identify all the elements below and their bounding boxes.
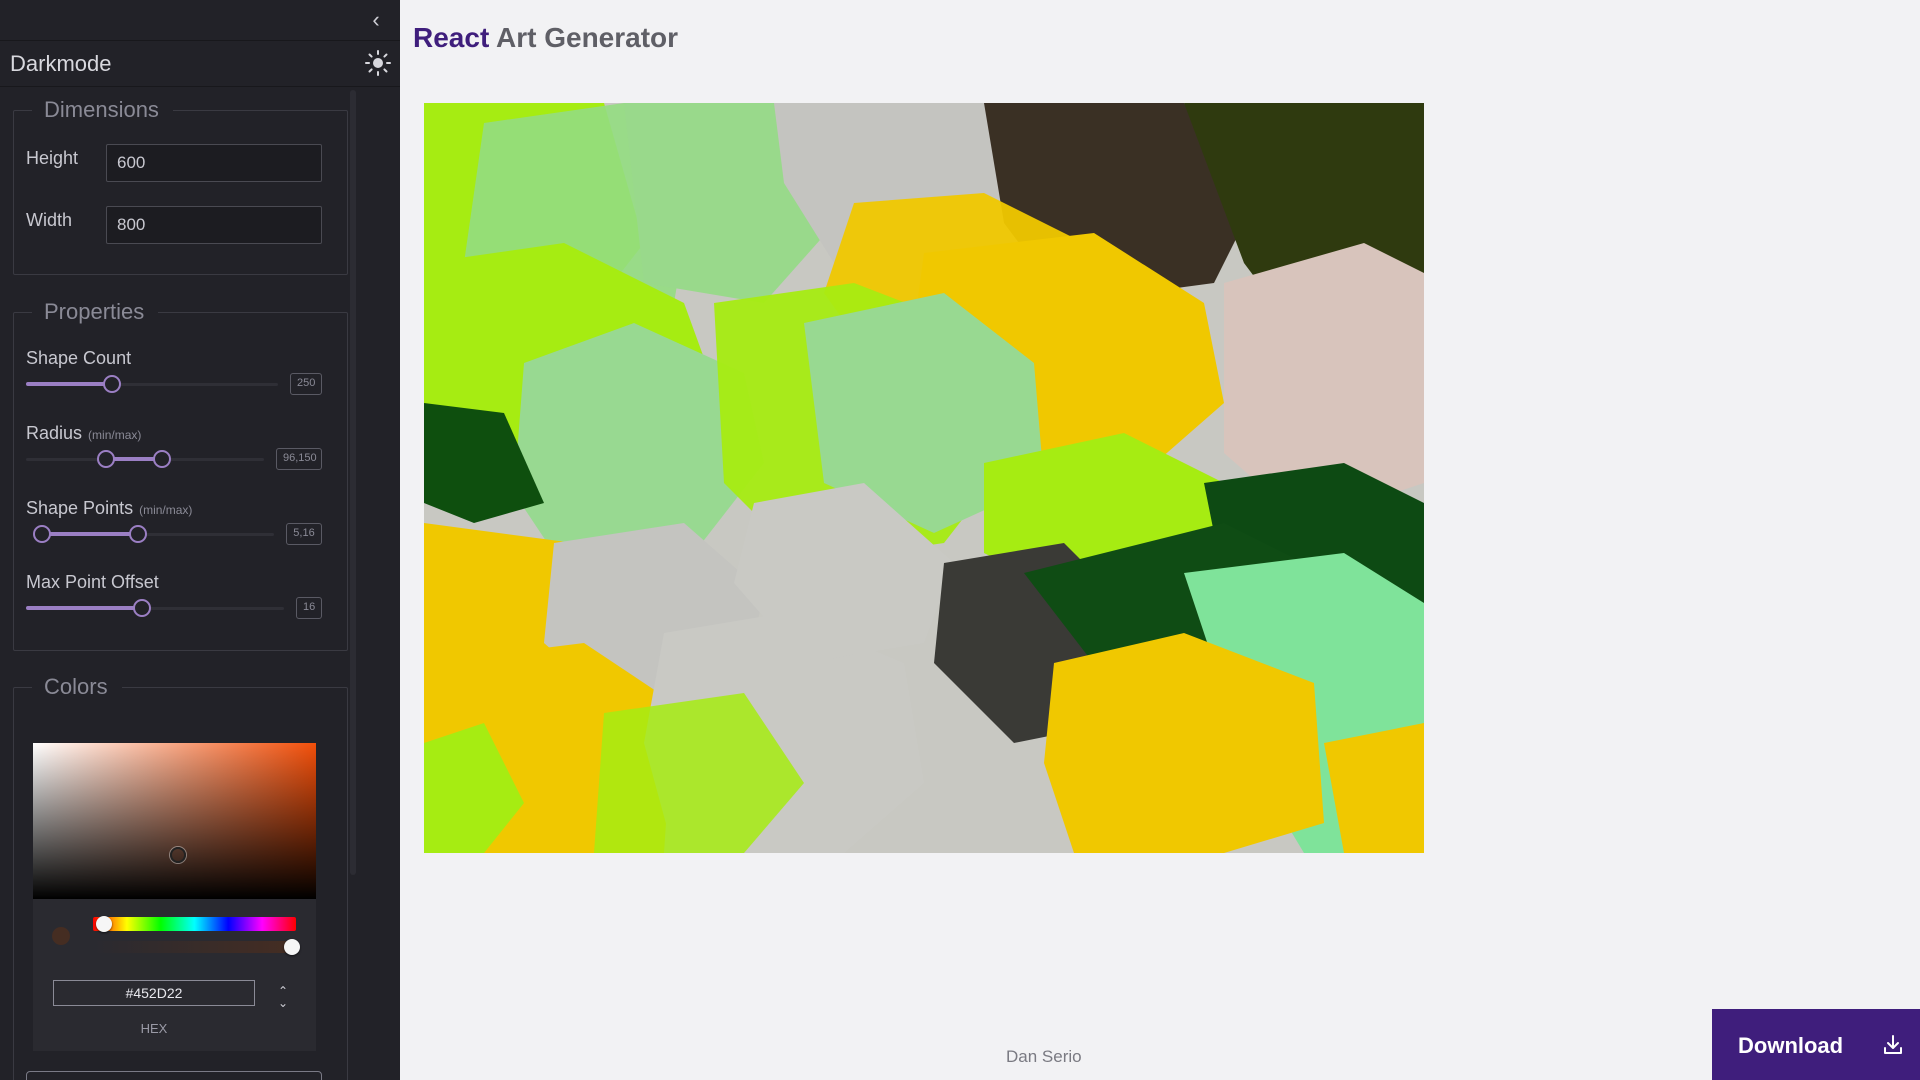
shape-count-fill	[26, 382, 112, 386]
max-point-offset-label: Max Point Offset	[26, 572, 159, 592]
max-point-offset-fill	[26, 606, 142, 610]
radius-max-thumb[interactable]	[153, 450, 171, 468]
hue-thumb[interactable]	[96, 916, 112, 932]
radius-value: 96,150	[276, 448, 322, 470]
color-swatch	[52, 927, 70, 945]
mode-bar: Darkmode	[0, 40, 400, 87]
download-icon	[1884, 1035, 1902, 1054]
shape-count-value: 250	[290, 373, 322, 395]
dimensions-legend: Dimensions	[44, 97, 159, 122]
footer-author: Dan Serio	[1006, 1047, 1082, 1066]
sidebar-scrollbar[interactable]	[350, 90, 356, 875]
hex-label: HEX	[140, 1021, 168, 1036]
shape-points-label: Shape Points (min/max)	[26, 498, 193, 518]
next-color-field[interactable]	[26, 1071, 322, 1080]
shape-count-thumb[interactable]	[103, 375, 121, 393]
alpha-slider[interactable]	[93, 941, 296, 953]
properties-legend: Properties	[44, 299, 145, 324]
hue-slider[interactable]	[93, 917, 296, 931]
dimensions-group: Dimensions	[13, 97, 348, 275]
max-point-offset-value: 16	[296, 597, 322, 619]
height-label: Height	[26, 148, 79, 168]
max-point-offset-thumb[interactable]	[133, 599, 151, 617]
width-label: Width	[26, 210, 73, 230]
generated-art	[424, 103, 1424, 853]
darkmode-label: Darkmode	[10, 51, 112, 76]
art-canvas	[424, 103, 1424, 853]
saturation-area[interactable]	[33, 743, 316, 899]
title-rest: Art Generator	[489, 22, 679, 53]
shape-points-min-thumb[interactable]	[33, 525, 51, 543]
radius-min-thumb[interactable]	[97, 450, 115, 468]
page-title: React Art Generator	[413, 22, 678, 54]
title-brand: React	[413, 22, 490, 53]
format-toggle-icon[interactable]: ⌃ ⌄	[275, 985, 291, 1011]
height-input[interactable]	[106, 144, 322, 182]
radius-label: Radius (min/max)	[26, 423, 142, 443]
download-button[interactable]: Download	[1712, 1009, 1920, 1080]
alpha-thumb[interactable]	[284, 939, 300, 955]
sun-icon[interactable]	[364, 49, 392, 77]
download-label: Download	[1738, 1033, 1844, 1058]
saturation-cursor[interactable]	[170, 847, 186, 863]
width-input[interactable]	[106, 206, 322, 244]
sidebar: ‹ Darkmode Dimensions Height Width Prope…	[0, 0, 400, 1080]
shape-points-max-thumb[interactable]	[129, 525, 147, 543]
color-picker: ⌃⌄ HEX	[33, 743, 316, 1051]
hex-input[interactable]	[53, 980, 255, 1006]
shape-count-label: Shape Count	[26, 348, 132, 368]
shape-points-value: 5,16	[286, 523, 322, 545]
shape-points-fill	[42, 532, 138, 536]
collapse-sidebar-icon[interactable]: ‹	[364, 6, 388, 34]
colors-legend: Colors	[44, 674, 108, 699]
